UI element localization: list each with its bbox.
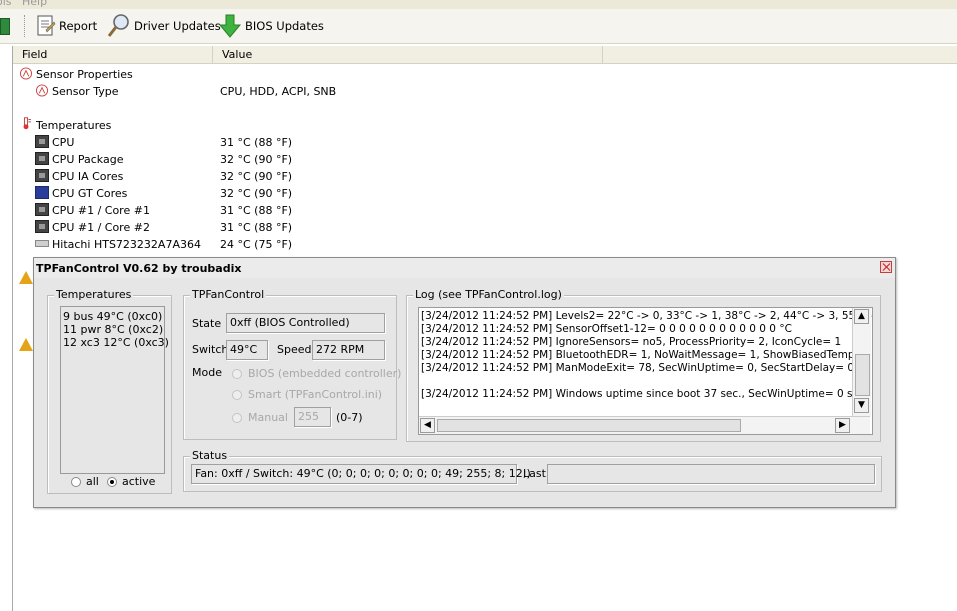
speed-field: 272 RPM [312,340,385,360]
report-icon [37,15,56,36]
gpu-icon [35,186,49,199]
manual-level-input[interactable]: 255 [294,407,331,427]
temp-row-field[interactable]: CPU Package [52,151,123,168]
sensor-icon [19,67,33,80]
driver-updates-icon [107,14,129,37]
toolbar: Report Driver Updates BIOS Updates [0,9,957,44]
log-vscroll-thumb[interactable] [855,354,870,396]
log-line: [3/24/2012 11:24:52 PM] ManModeExit= 78,… [421,362,855,374]
temp-row-value: 32 °C (90 °F) [220,153,293,166]
temp-row-value: 32 °C (90 °F) [220,170,293,183]
toolbar-icon-left[interactable] [0,18,10,35]
log-line: [3/24/2012 11:24:52 PM] BluetoothEDR= 1,… [421,349,873,361]
last-label: Last [523,467,546,480]
mode-smart-radio[interactable] [232,390,242,400]
temp-row-value: 24 °C (75 °F) [220,238,293,251]
report-button[interactable]: Report [36,9,97,43]
temp-row-field[interactable]: CPU #1 / Core #2 [52,219,150,236]
bios-updates-icon [218,14,242,38]
mode-bios-label: BIOS (embedded controller) [248,367,402,380]
switch-label: Switch [192,343,229,356]
temp-row-field[interactable]: CPU #1 / Core #1 [52,202,150,219]
chip-icon [35,220,49,233]
scroll-down-icon[interactable]: ▼ [854,398,869,413]
speed-label: Speed [277,343,312,356]
temp-row-field[interactable]: Hitachi HTS723232A7A364 [52,236,201,253]
report-label: Report [59,19,98,33]
driver-updates-label: Driver Updates [134,19,221,33]
log-line: [3/24/2012 11:24:52 PM] SensorOffset1-12… [421,323,792,335]
temperatures-group-title: Temperatures [54,288,134,301]
temp-row-value: 32 °C (90 °F) [220,187,293,200]
log-group-title: Log (see TPFanControl.log) [413,288,564,301]
chip-icon [35,203,49,216]
last-field [547,464,875,484]
menu-item-tools[interactable]: ols [0,0,12,8]
group-sensor-properties[interactable]: Sensor Properties [36,66,133,83]
row-value: CPU, HDD, ACPI, SNB [220,85,337,98]
log-hscroll-thumb[interactable] [437,419,741,432]
mode-label: Mode [192,366,222,379]
switch-field: 49°C [226,340,268,360]
mode-bios-radio[interactable] [232,369,242,379]
filter-active-radio[interactable] [107,477,117,487]
list-header: Field Value [13,46,957,64]
bios-updates-label: BIOS Updates [245,19,324,33]
filter-all-radio[interactable] [71,477,81,487]
column-field[interactable]: Field [13,46,213,63]
bios-updates-button[interactable]: BIOS Updates [218,9,324,43]
temp-row-field[interactable]: CPU IA Cores [52,168,123,185]
dialog-titlebar[interactable]: TPFanControl V0.62 by troubadix [34,258,895,278]
sensor-icon [35,84,49,97]
tpfancontrol-group-title: TPFanControl [190,288,267,301]
scroll-right-icon[interactable]: ▶ [835,418,850,433]
thermometer-icon [23,117,31,130]
log-line: [3/24/2012 11:24:52 PM] Levels2= 22°C ->… [421,310,873,322]
menu-bar: ols Help [0,0,957,9]
state-field: 0xff (BIOS Controlled) [226,313,385,333]
menu-item-help[interactable]: Help [22,0,47,8]
temp-row-value: 31 °C (88 °F) [220,204,293,217]
column-value[interactable]: Value [213,46,603,63]
temp-line: 11 pwr 8°C (0xc2) [63,323,164,336]
warning-icon [19,338,33,351]
warning-icon [19,271,33,284]
row-field[interactable]: Sensor Type [52,83,118,100]
temp-row-value: 31 °C (88 °F) [220,221,293,234]
temp-line: 12 xc3 12°C (0xc3) [63,336,169,349]
scroll-left-icon[interactable]: ◀ [420,418,435,433]
close-icon[interactable] [880,261,892,273]
toolbar-separator [24,15,26,37]
chip-icon [35,135,49,148]
log-line: [3/24/2012 11:24:52 PM] IgnoreSensors= n… [421,336,842,348]
temperatures-list[interactable]: 9 bus 49°C (0xc0) 11 pwr 8°C (0xc2) 12 x… [60,306,169,474]
temp-line: 9 bus 49°C (0xc0) [63,310,163,323]
chip-icon [35,152,49,165]
temp-row-field[interactable]: CPU GT Cores [52,185,127,202]
scroll-up-icon[interactable]: ▲ [854,309,869,324]
temp-row-value: 31 °C (88 °F) [220,136,293,149]
hdd-icon [35,240,49,247]
log-line: [3/24/2012 11:24:52 PM] Windows uptime s… [421,388,869,400]
filter-active-label: active [122,475,156,488]
chip-icon [35,169,49,182]
mode-smart-label: Smart (TPFanControl.ini) [248,388,383,401]
log-hscrollbar[interactable]: ◀ ▶ [419,416,870,434]
tpfancontrol-dialog: TPFanControl V0.62 by troubadix Temperat… [33,257,896,508]
mode-manual-radio[interactable] [232,413,242,423]
mode-manual-label: Manual [248,411,288,424]
group-temperatures[interactable]: Temperatures [36,117,111,134]
manual-range-label: (0-7) [336,411,363,424]
status-field: Fan: 0xff / Switch: 49°C (0; 0; 0; 0; 0;… [191,464,531,484]
log-vscrollbar[interactable]: ▲ ▼ [852,308,871,416]
status-group-title: Status [190,449,230,462]
driver-updates-button[interactable]: Driver Updates [107,9,221,43]
dialog-title: TPFanControl V0.62 by troubadix [36,262,242,275]
filter-all-label: all [86,475,99,488]
log-textarea[interactable]: [3/24/2012 11:24:52 PM] Levels2= 22°C ->… [418,307,873,435]
temp-row-field[interactable]: CPU [52,134,74,151]
state-label: State [192,317,222,330]
tree-panel-edge [0,46,13,611]
